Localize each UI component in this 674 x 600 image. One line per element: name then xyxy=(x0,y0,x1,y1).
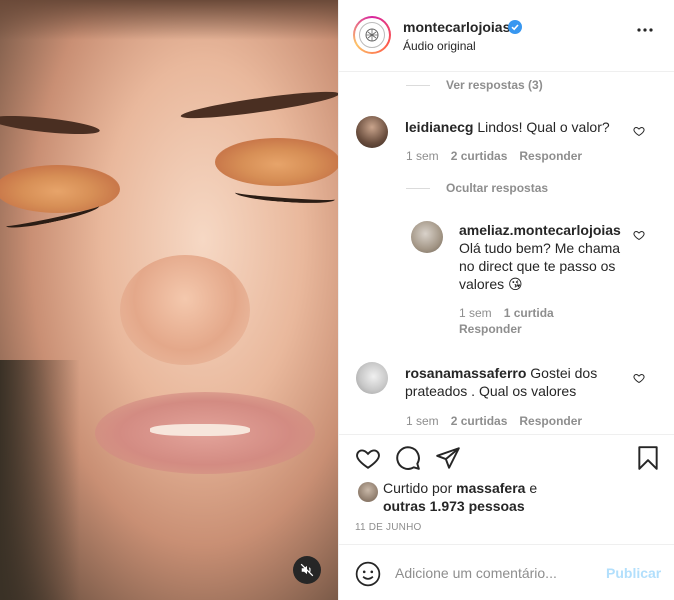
share-paper-plane-icon[interactable] xyxy=(435,445,461,471)
comment-likes-count[interactable]: 1 curtida xyxy=(504,306,554,320)
post-media[interactable] xyxy=(0,0,338,600)
media-hair-shade xyxy=(0,0,338,40)
comment-time[interactable]: 1 sem xyxy=(459,306,492,320)
like-heart-icon[interactable] xyxy=(355,445,381,471)
comment-likes-count[interactable]: 2 curtidas xyxy=(451,149,508,163)
reply-button[interactable]: Responder xyxy=(519,149,582,163)
comment-username[interactable]: ameliaz.montecarlojoias xyxy=(459,222,621,238)
comment-text: Lindos! Qual o valor? xyxy=(477,119,610,135)
comment-likes-count[interactable]: 2 curtidas xyxy=(451,414,508,428)
comment-body: leidianecg Lindos! Qual o valor? xyxy=(405,118,635,136)
comment-avatar[interactable] xyxy=(411,221,443,253)
speaker-muted-icon xyxy=(300,563,314,577)
save-bookmark-icon[interactable] xyxy=(635,445,661,471)
liker-avatar[interactable] xyxy=(358,482,378,502)
comment-meta: 1 sem 2 curtidas Responder xyxy=(406,149,582,163)
comment-username[interactable]: rosanamassaferro xyxy=(405,365,526,381)
post-actions: Curtido por massafera e outras 1.973 pes… xyxy=(339,434,674,544)
brand-logo-icon xyxy=(359,22,385,48)
view-replies-label: Ver respostas (3) xyxy=(446,78,543,92)
left-eyelid-glitter xyxy=(0,165,120,213)
comment-bubble-icon[interactable] xyxy=(395,445,421,471)
right-eyebrow xyxy=(179,86,338,124)
comment-body: rosanamassaferro Gostei dos prateados . … xyxy=(405,364,625,400)
post-date[interactable]: 11 DE JUNHO xyxy=(355,522,421,533)
other-likers-link[interactable]: outras 1.973 pessoas xyxy=(383,498,525,514)
mute-button[interactable] xyxy=(293,556,321,584)
like-comment-heart-icon[interactable] xyxy=(633,229,645,241)
liker-username[interactable]: massafera xyxy=(456,480,525,496)
comment-input[interactable] xyxy=(395,563,595,583)
post-author-username[interactable]: montecarlojoias xyxy=(403,19,510,35)
comment-body: ameliaz.montecarlojoias Olá tudo bem? Me… xyxy=(459,221,627,293)
right-lashes xyxy=(234,186,336,206)
hide-replies-label: Ocultar respostas xyxy=(446,181,549,195)
profile-avatar[interactable] xyxy=(353,16,391,54)
like-comment-heart-icon[interactable] xyxy=(633,125,645,137)
comment-composer: Publicar xyxy=(339,544,674,600)
replies-divider-line xyxy=(406,84,430,86)
comment-time[interactable]: 1 sem xyxy=(406,414,439,428)
comment-text: Olá tudo bem? Me chama no direct que te … xyxy=(459,240,621,292)
replies-divider-line xyxy=(406,187,430,189)
likes-middle: e xyxy=(525,480,538,496)
right-eyelid-glitter xyxy=(215,138,338,186)
more-options-icon[interactable] xyxy=(637,28,653,32)
audio-label[interactable]: Áudio original xyxy=(403,39,476,53)
post-side-panel: montecarlojoias Áudio original Ver respo… xyxy=(338,0,674,600)
comment-avatar[interactable] xyxy=(356,116,388,148)
nose xyxy=(120,255,250,365)
likes-prefix: Curtido por xyxy=(383,480,457,496)
publish-button[interactable]: Publicar xyxy=(606,565,661,581)
post-header: montecarlojoias Áudio original xyxy=(339,0,674,72)
media-shadow xyxy=(0,360,80,600)
reply-button[interactable]: Responder xyxy=(459,322,522,336)
comment-meta: 1 sem 2 curtidas Responder xyxy=(406,414,582,428)
comment-time[interactable]: 1 sem xyxy=(406,149,439,163)
left-eyebrow xyxy=(0,112,101,138)
comment-username[interactable]: leidianecg xyxy=(405,119,473,135)
teeth xyxy=(150,424,250,436)
emoji-icon[interactable] xyxy=(355,561,381,587)
like-comment-heart-icon[interactable] xyxy=(633,372,645,384)
verified-badge-icon xyxy=(508,20,522,34)
reply-button[interactable]: Responder xyxy=(519,414,582,428)
hide-replies-toggle[interactable]: Ocultar respostas xyxy=(406,181,548,195)
comment-meta: 1 sem 1 curtida Responder xyxy=(459,306,579,336)
likes-summary: Curtido por massafera e outras 1.973 pes… xyxy=(383,479,663,515)
comment-avatar[interactable] xyxy=(356,362,388,394)
view-replies-toggle[interactable]: Ver respostas (3) xyxy=(406,78,543,92)
comments-list[interactable]: Ver respostas (3) leidianecg Lindos! Qua… xyxy=(339,72,674,434)
